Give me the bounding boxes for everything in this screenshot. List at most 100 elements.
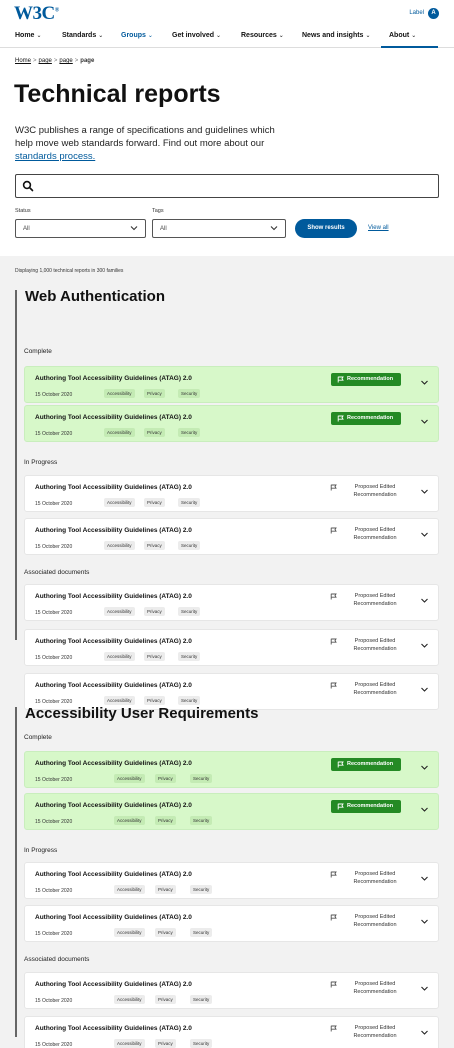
login-label[interactable]: Label <box>409 10 424 16</box>
chevron-down-icon[interactable] <box>420 685 429 694</box>
tag-security[interactable]: Security <box>190 774 213 783</box>
chevron-down-icon[interactable] <box>420 596 429 605</box>
avatar[interactable]: A <box>428 8 439 19</box>
tags-select[interactable]: All <box>152 219 286 238</box>
tag-accessibility[interactable]: Accessibility <box>114 885 145 894</box>
tag-security[interactable]: Security <box>178 498 201 507</box>
nav-item-home[interactable]: Home ⌄ <box>15 32 41 39</box>
flag-icon <box>337 376 344 383</box>
breadcrumb-home[interactable]: Home <box>15 58 31 64</box>
report-card[interactable]: Authoring Tool Accessibility Guidelines … <box>24 366 439 403</box>
tag-security[interactable]: Security <box>178 428 201 437</box>
tag-security[interactable]: Security <box>178 652 201 661</box>
tag-privacy[interactable]: Privacy <box>155 774 176 783</box>
report-title[interactable]: Authoring Tool Accessibility Guidelines … <box>35 1025 192 1032</box>
report-title[interactable]: Authoring Tool Accessibility Guidelines … <box>35 682 192 689</box>
chevron-down-icon[interactable] <box>420 378 429 387</box>
tag-privacy[interactable]: Privacy <box>144 389 165 398</box>
chevron-down-icon[interactable] <box>420 917 429 926</box>
report-title[interactable]: Authoring Tool Accessibility Guidelines … <box>35 527 192 534</box>
report-title[interactable]: Authoring Tool Accessibility Guidelines … <box>35 638 192 645</box>
report-card[interactable]: Authoring Tool Accessibility Guidelines … <box>24 405 439 442</box>
report-card[interactable]: Authoring Tool Accessibility Guidelines … <box>24 862 439 899</box>
tag-accessibility[interactable]: Accessibility <box>104 652 135 661</box>
tag-privacy[interactable]: Privacy <box>144 652 165 661</box>
report-card[interactable]: Authoring Tool Accessibility Guidelines … <box>24 1016 439 1048</box>
flag-icon <box>330 527 337 534</box>
report-title[interactable]: Authoring Tool Accessibility Guidelines … <box>35 760 192 767</box>
tag-accessibility[interactable]: Accessibility <box>114 816 145 825</box>
tag-privacy[interactable]: Privacy <box>155 995 176 1004</box>
tag-accessibility[interactable]: Accessibility <box>104 607 135 616</box>
tag-accessibility[interactable]: Accessibility <box>114 995 145 1004</box>
tag-privacy[interactable]: Privacy <box>144 428 165 437</box>
tag-security[interactable]: Security <box>190 1039 213 1048</box>
chevron-down-icon[interactable] <box>420 1028 429 1037</box>
nav-item-resources[interactable]: Resources ⌄ <box>241 32 284 39</box>
report-title[interactable]: Authoring Tool Accessibility Guidelines … <box>35 593 192 600</box>
tag-accessibility[interactable]: Accessibility <box>104 696 135 705</box>
chevron-down-icon[interactable] <box>420 530 429 539</box>
tag-privacy[interactable]: Privacy <box>155 928 176 937</box>
report-card[interactable]: Authoring Tool Accessibility Guidelines … <box>24 972 439 1009</box>
breadcrumb-page-1[interactable]: page <box>39 58 52 64</box>
chevron-down-icon[interactable] <box>420 417 429 426</box>
chevron-down-icon[interactable] <box>420 763 429 772</box>
breadcrumb-current: page <box>80 58 95 64</box>
search-input[interactable] <box>15 174 439 198</box>
tag-accessibility[interactable]: Accessibility <box>114 928 145 937</box>
tag-privacy[interactable]: Privacy <box>144 541 165 550</box>
report-card[interactable]: Authoring Tool Accessibility Guidelines … <box>24 793 439 830</box>
report-card[interactable]: Authoring Tool Accessibility Guidelines … <box>24 751 439 788</box>
tag-security[interactable]: Security <box>178 607 201 616</box>
report-card[interactable]: Authoring Tool Accessibility Guidelines … <box>24 475 439 512</box>
report-title[interactable]: Authoring Tool Accessibility Guidelines … <box>35 981 192 988</box>
tag-accessibility[interactable]: Accessibility <box>104 428 135 437</box>
tag-privacy[interactable]: Privacy <box>144 498 165 507</box>
chevron-down-icon[interactable] <box>420 487 429 496</box>
report-title[interactable]: Authoring Tool Accessibility Guidelines … <box>35 871 192 878</box>
report-title[interactable]: Authoring Tool Accessibility Guidelines … <box>35 375 192 382</box>
report-title[interactable]: Authoring Tool Accessibility Guidelines … <box>35 802 192 809</box>
breadcrumb-page-2[interactable]: page <box>59 58 72 64</box>
report-card[interactable]: Authoring Tool Accessibility Guidelines … <box>24 584 439 621</box>
tag-privacy[interactable]: Privacy <box>144 607 165 616</box>
chevron-down-icon[interactable] <box>420 984 429 993</box>
report-card[interactable]: Authoring Tool Accessibility Guidelines … <box>24 905 439 942</box>
view-all-link[interactable]: View all <box>368 225 389 231</box>
tag-accessibility[interactable]: Accessibility <box>104 498 135 507</box>
tag-security[interactable]: Security <box>178 696 201 705</box>
report-title[interactable]: Authoring Tool Accessibility Guidelines … <box>35 484 192 491</box>
report-title[interactable]: Authoring Tool Accessibility Guidelines … <box>35 914 192 921</box>
chevron-down-icon[interactable] <box>420 874 429 883</box>
nav-item-get-involved[interactable]: Get involved ⌄ <box>172 32 221 39</box>
show-results-button[interactable]: Show results <box>295 219 357 238</box>
chevron-down-icon[interactable] <box>420 805 429 814</box>
nav-item-standards[interactable]: Standards ⌄ <box>62 32 103 39</box>
tag-security[interactable]: Security <box>190 995 213 1004</box>
chevron-down-icon[interactable] <box>420 641 429 650</box>
tag-security[interactable]: Security <box>190 928 213 937</box>
nav-item-about[interactable]: About ⌄ <box>389 32 416 39</box>
nav-item-news-and-insights[interactable]: News and insights ⌄ <box>302 32 371 39</box>
w3c-logo[interactable]: W3C® <box>14 3 59 25</box>
tag-privacy[interactable]: Privacy <box>155 1039 176 1048</box>
report-card[interactable]: Authoring Tool Accessibility Guidelines … <box>24 518 439 555</box>
tag-security[interactable]: Security <box>190 885 213 894</box>
tag-accessibility[interactable]: Accessibility <box>104 389 135 398</box>
tag-privacy[interactable]: Privacy <box>155 885 176 894</box>
tag-privacy[interactable]: Privacy <box>144 696 165 705</box>
tag-privacy[interactable]: Privacy <box>155 816 176 825</box>
standards-process-link[interactable]: standards process. <box>15 151 95 162</box>
tag-security[interactable]: Security <box>178 389 201 398</box>
tag-accessibility[interactable]: Accessibility <box>104 541 135 550</box>
status-select[interactable]: All <box>15 219 146 238</box>
report-card[interactable]: Authoring Tool Accessibility Guidelines … <box>24 629 439 666</box>
tag-accessibility[interactable]: Accessibility <box>114 1039 145 1048</box>
tag-security[interactable]: Security <box>178 541 201 550</box>
tag-accessibility[interactable]: Accessibility <box>114 774 145 783</box>
report-title[interactable]: Authoring Tool Accessibility Guidelines … <box>35 414 192 421</box>
status-text: Proposed Edited Recommendation <box>330 980 410 996</box>
tag-security[interactable]: Security <box>190 816 213 825</box>
nav-item-groups[interactable]: Groups ⌄ <box>121 32 153 39</box>
